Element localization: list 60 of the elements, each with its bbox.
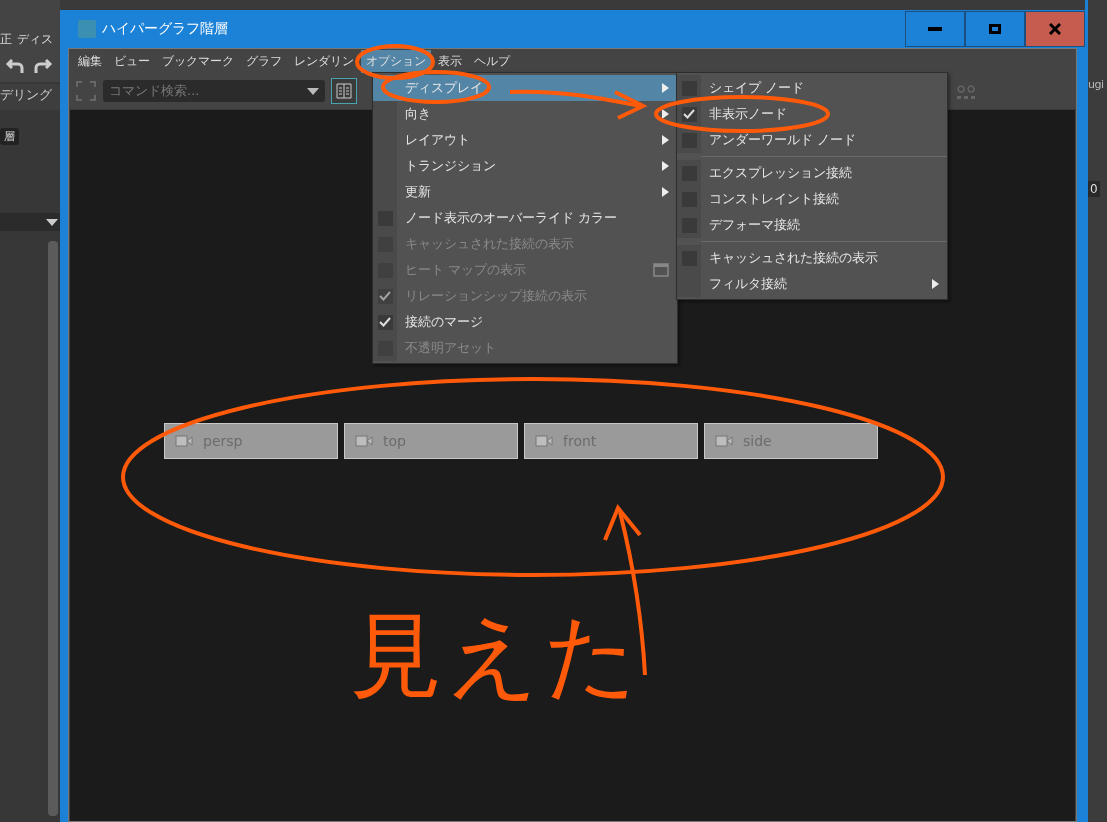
menu-item[interactable]: 編集 bbox=[73, 49, 107, 73]
camera-icon bbox=[355, 435, 373, 447]
submenu-arrow-icon bbox=[662, 83, 669, 93]
submenu-arrow-icon bbox=[662, 187, 669, 197]
checkbox[interactable] bbox=[377, 314, 393, 330]
redo-icon[interactable] bbox=[32, 59, 54, 75]
minimize-icon bbox=[928, 27, 942, 31]
number-field[interactable]: 0 bbox=[1088, 181, 1100, 197]
shelf-tab[interactable]: デリング bbox=[0, 84, 60, 110]
checkbox[interactable] bbox=[681, 80, 697, 96]
frame-icon[interactable] bbox=[75, 80, 97, 102]
checkmark-icon bbox=[379, 291, 391, 301]
label-tag: 層 bbox=[0, 128, 19, 145]
menu-item[interactable]: トランジション bbox=[373, 153, 677, 179]
menu-item[interactable]: 接続のマージ bbox=[373, 309, 677, 335]
menu-item[interactable]: ディス bbox=[17, 31, 53, 48]
dropdown-arrow-icon bbox=[307, 87, 319, 95]
menu-item[interactable]: 非表示ノード bbox=[677, 101, 947, 127]
minimize-button[interactable] bbox=[905, 11, 965, 47]
menu-item[interactable]: 向き bbox=[373, 101, 677, 127]
menu-item[interactable]: 更新 bbox=[373, 179, 677, 205]
scrollbar[interactable] bbox=[48, 241, 58, 816]
dropdown-arrow-icon[interactable] bbox=[46, 218, 58, 226]
maximize-button[interactable] bbox=[965, 11, 1025, 47]
menu-item[interactable]: フィルタ接続 bbox=[677, 271, 947, 297]
checkbox[interactable] bbox=[681, 106, 697, 122]
menu-item[interactable]: アンダーワールド ノード bbox=[677, 127, 947, 153]
checkmark-icon bbox=[379, 317, 391, 327]
close-icon bbox=[1049, 23, 1061, 35]
menu-item[interactable]: キャッシュされた接続の表示 bbox=[677, 245, 947, 271]
menu-item[interactable]: ビュー bbox=[109, 49, 155, 73]
checkmark-icon bbox=[683, 109, 695, 119]
handwritten-note: 見えた bbox=[350, 610, 642, 702]
menu-item[interactable]: 表示 bbox=[433, 49, 467, 73]
window-title: ハイパーグラフ階層 bbox=[102, 20, 229, 38]
submenu-arrow-icon bbox=[662, 109, 669, 119]
undo-icon[interactable] bbox=[4, 59, 26, 75]
menu-item[interactable]: シェイプ ノード bbox=[677, 75, 947, 101]
menu-item[interactable]: 正 bbox=[0, 31, 12, 48]
submenu-arrow-icon bbox=[662, 161, 669, 171]
menu-item[interactable]: レイアウト bbox=[373, 127, 677, 153]
submenu-arrow-icon bbox=[932, 279, 939, 289]
menu-item[interactable]: エクスプレッション接続 bbox=[677, 160, 947, 186]
menu-item[interactable]: コンストレイント接続 bbox=[677, 186, 947, 212]
camera-icon bbox=[535, 435, 553, 447]
menu-item[interactable]: レンダリン bbox=[289, 49, 359, 73]
camera-icon bbox=[175, 435, 193, 447]
app-logo-icon bbox=[78, 20, 96, 38]
shelf-tab[interactable]: ugi bbox=[1088, 78, 1107, 91]
maximize-icon bbox=[989, 24, 1001, 34]
close-button[interactable] bbox=[1025, 11, 1085, 47]
menu-item[interactable]: グラフ bbox=[241, 49, 287, 73]
menu-item[interactable]: ヘルプ bbox=[469, 49, 515, 73]
layout-tool-button[interactable] bbox=[331, 78, 357, 104]
menu-item[interactable]: ブックマーク bbox=[157, 49, 239, 73]
menu-item[interactable]: デフォーマ接続 bbox=[677, 212, 947, 238]
checkbox[interactable] bbox=[681, 132, 697, 148]
menu-item[interactable]: ノード表示のオーバーライド カラー bbox=[373, 205, 677, 231]
camera-icon bbox=[715, 435, 733, 447]
submenu-arrow-icon bbox=[662, 135, 669, 145]
